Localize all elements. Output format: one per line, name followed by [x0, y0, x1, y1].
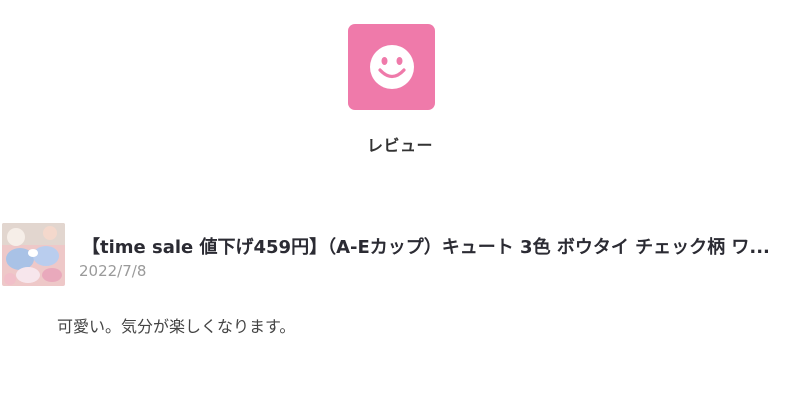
product-thumbnail[interactable] — [2, 223, 65, 286]
review-date: 2022/7/8 — [79, 262, 147, 280]
review-page: レビュー 【time sale 値下げ459円】（A-Eカップ）キュート 3色 … — [0, 0, 800, 400]
review-text: 可愛い。気分が楽しくなります。 — [57, 317, 296, 336]
review-badge — [348, 24, 435, 110]
smiley-face-icon — [369, 45, 414, 89]
product-title-link[interactable]: 【time sale 値下げ459円】（A-Eカップ）キュート 3色 ボウタイ … — [82, 233, 800, 259]
review-heading: レビュー — [366, 136, 433, 155]
product-thumbnail-image — [2, 223, 65, 286]
